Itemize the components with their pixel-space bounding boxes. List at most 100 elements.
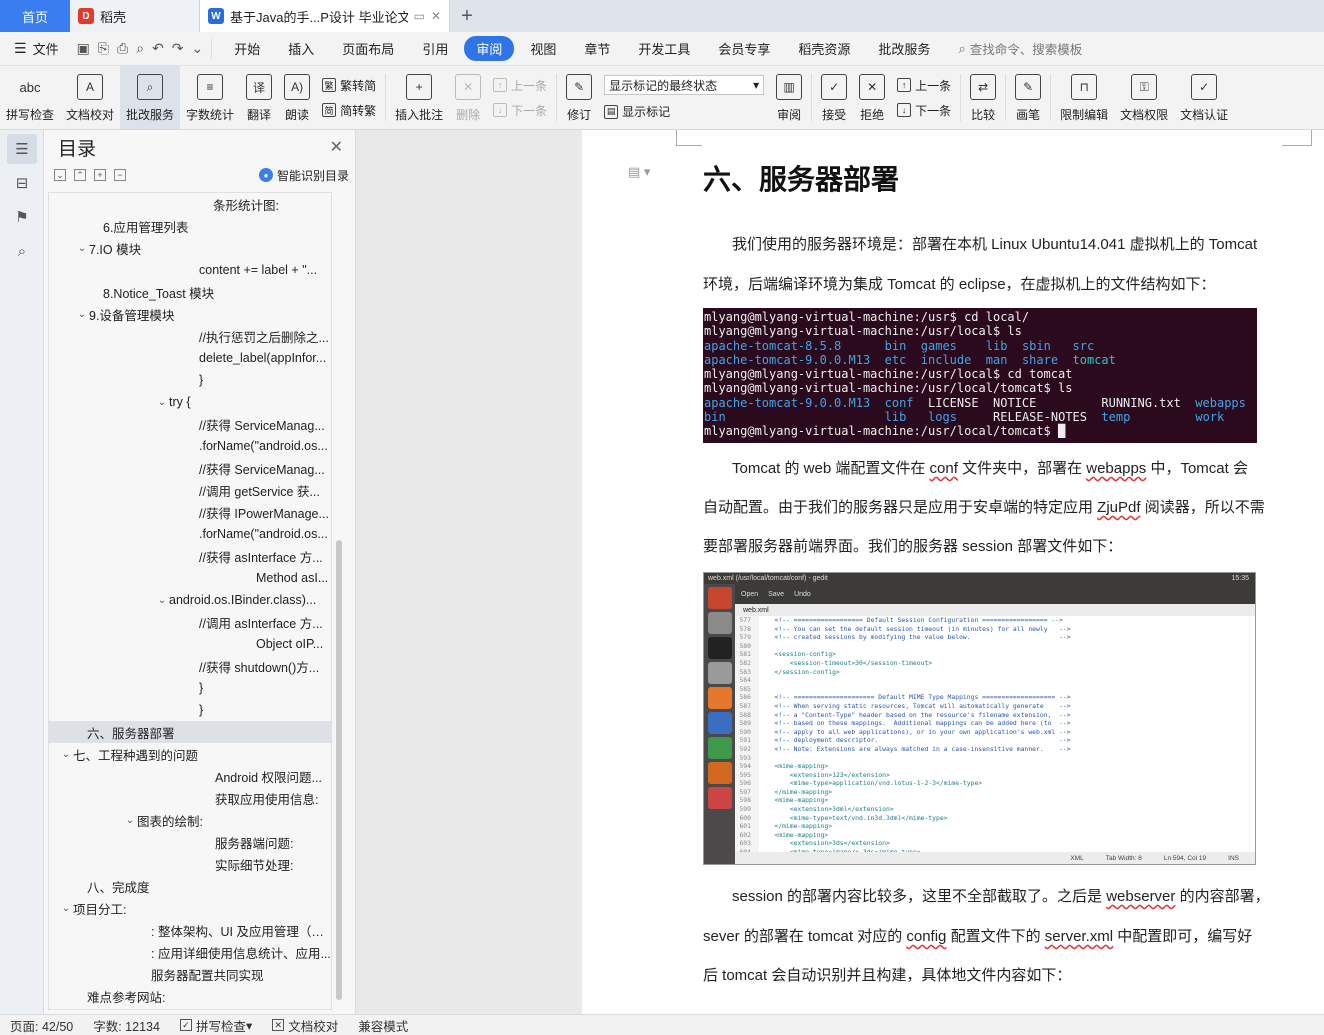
compare-button[interactable]: ⇄ 比较: [964, 66, 1002, 129]
toc-item[interactable]: }: [49, 677, 331, 699]
toc-item[interactable]: //获得 IPowerManage...: [49, 501, 331, 523]
ribbon-tab[interactable]: 批改服务: [866, 36, 942, 61]
document-page[interactable]: ▤ ▾ 六、服务器部署 我们使用的服务器环境是：部署在本机 Linux Ubun…: [582, 130, 1324, 1014]
toc-item[interactable]: Method asI...: [49, 567, 331, 589]
toc-item[interactable]: }: [49, 369, 331, 391]
reject-button[interactable]: ✕ 拒绝: [853, 66, 891, 129]
toc-item[interactable]: }: [49, 699, 331, 721]
batch-service-button[interactable]: ⌕ 批改服务: [120, 66, 181, 129]
save-icon[interactable]: ▣: [77, 40, 90, 57]
toc-item[interactable]: Object oIP...: [49, 633, 331, 655]
next-change-button[interactable]: ↓ 下一条: [897, 102, 951, 119]
find-icon[interactable]: ⌕: [7, 236, 37, 266]
insert-comment-button[interactable]: + 插入批注: [389, 66, 449, 129]
ribbon-tab[interactable]: 章节: [572, 36, 622, 61]
prev-comment-button[interactable]: ↑ 上一条: [493, 77, 547, 94]
toc-item[interactable]: //获得 asInterface 方...: [49, 545, 331, 567]
toc-item[interactable]: 实际细节处理:: [49, 853, 331, 875]
toc-item[interactable]: //调用 asInterface 方...: [49, 611, 331, 633]
simp-to-trad-button[interactable]: 简简转繁: [322, 102, 376, 119]
proof-toggle[interactable]: ✕ 文档校对: [262, 1016, 348, 1035]
chevron-down-icon[interactable]: ⌄: [75, 309, 89, 320]
tab-daoke[interactable]: D 稻壳: [70, 0, 200, 32]
toc-item[interactable]: //获得 shutdown()方...: [49, 655, 331, 677]
tab-close-icon[interactable]: ✕: [431, 9, 441, 23]
quick-access-more-icon[interactable]: ⌄: [192, 40, 204, 57]
toc-item[interactable]: ⌄ 七、工程种遇到的问题: [49, 743, 331, 765]
toc-item[interactable]: ⌄ android.os.IBinder.class)...: [49, 589, 331, 611]
toc-item[interactable]: //获得 ServiceManag...: [49, 413, 331, 435]
toc-item[interactable]: //调用 getService 获...: [49, 479, 331, 501]
file-menu[interactable]: ☰ 文件: [0, 39, 69, 58]
chevron-down-icon[interactable]: ⌄: [155, 397, 169, 408]
ribbon-tab[interactable]: 引用: [410, 36, 460, 61]
toc-item[interactable]: Android 权限问题...: [49, 765, 331, 787]
chevron-down-icon[interactable]: ⌄: [155, 595, 169, 606]
redo-icon[interactable]: ↷: [172, 40, 184, 57]
command-search[interactable]: ⌕ 查找命令、搜索模板: [958, 39, 1082, 58]
toc-item[interactable]: 难点参考网站:: [49, 985, 331, 1007]
toc-item[interactable]: ⌄ 7.IO 模块: [49, 237, 331, 259]
toc-item[interactable]: ⌄ try {: [49, 391, 331, 413]
restrict-edit-button[interactable]: ⊓ 限制编辑: [1054, 66, 1114, 129]
page-indicator[interactable]: 页面: 42/50: [0, 1016, 83, 1035]
review-pane-button[interactable]: ▥ 审阅: [770, 66, 808, 129]
doc-proof-button[interactable]: A 文档校对: [60, 66, 120, 129]
toc-item[interactable]: ⌄ 图表的绘制:: [49, 809, 331, 831]
toc-item[interactable]: 6.应用管理列表: [49, 215, 331, 237]
toc-item[interactable]: 六、服务器部署: [49, 721, 331, 743]
chevron-down-icon[interactable]: ⌄: [75, 243, 89, 254]
toc-item[interactable]: 条形统计图:: [49, 193, 331, 215]
toc-item[interactable]: 获取应用使用信息:: [49, 787, 331, 809]
next-comment-button[interactable]: ↓ 下一条: [493, 102, 547, 119]
trad-to-simp-button[interactable]: 繁繁转简: [322, 77, 376, 94]
chevron-down-icon[interactable]: ⌄: [59, 749, 73, 760]
translate-button[interactable]: 译翻译: [240, 66, 278, 129]
prev-change-button[interactable]: ↑ 上一条: [897, 77, 951, 94]
show-markup-button[interactable]: ▤ 显示标记: [604, 103, 764, 120]
revise-button[interactable]: ✎ 修订: [560, 66, 598, 129]
spellcheck-button[interactable]: abc 拼写检查: [0, 66, 60, 129]
print-preview-icon[interactable]: ⌕: [136, 40, 144, 57]
accept-button[interactable]: ✓ 接受: [815, 66, 853, 129]
ribbon-tab[interactable]: 开发工具: [626, 36, 702, 61]
ribbon-tab[interactable]: 审阅: [464, 36, 515, 61]
toc-item[interactable]: ⌄ 项目分工:: [49, 897, 331, 919]
spellcheck-toggle[interactable]: ✓ 拼写检查 ▾: [170, 1016, 262, 1035]
doc-permission-button[interactable]: ⚿ 文档权限: [1114, 66, 1174, 129]
ribbon-tab[interactable]: 插入: [276, 36, 326, 61]
toc-item[interactable]: 服务器端问题:: [49, 831, 331, 853]
pen-button[interactable]: ✎ 画笔: [1009, 66, 1047, 129]
toc-item[interactable]: .forName("android.os...: [49, 523, 331, 545]
ribbon-tab[interactable]: 视图: [518, 36, 568, 61]
export-pdf-icon[interactable]: ⎘: [98, 40, 109, 57]
toc-panel-icon[interactable]: ☰: [7, 134, 37, 164]
toc-item[interactable]: delete_label(appInfor...: [49, 347, 331, 369]
expand-all-icon[interactable]: ⌃: [74, 169, 86, 181]
toc-item[interactable]: //执行惩罚之后删除之...: [49, 325, 331, 347]
new-tab-button[interactable]: +: [450, 0, 484, 32]
chevron-down-icon[interactable]: ⌄: [59, 903, 73, 914]
add-heading-icon[interactable]: +: [94, 169, 106, 181]
toc-item[interactable]: .forName("android.os...: [49, 435, 331, 457]
toc-item[interactable]: : 整体架构、UI 及应用管理（通...: [49, 919, 331, 941]
ribbon-tab[interactable]: 开始: [222, 36, 272, 61]
ribbon-tab[interactable]: 会员专享: [706, 36, 782, 61]
toc-item[interactable]: ⌄ 9.设备管理模块: [49, 303, 331, 325]
tab-home[interactable]: 首页: [0, 0, 70, 32]
toc-item[interactable]: 8.Notice_Toast 模块: [49, 281, 331, 303]
chevron-down-icon[interactable]: ⌄: [123, 815, 137, 826]
tab-pin-icon[interactable]: ▭: [414, 9, 425, 23]
ribbon-tab[interactable]: 稻壳资源: [786, 36, 862, 61]
toc-item[interactable]: content += label + "...: [49, 259, 331, 281]
collapse-all-icon[interactable]: ⌄: [54, 169, 66, 181]
word-count-button[interactable]: ≡ 字数统计: [180, 66, 240, 129]
doc-cert-button[interactable]: ✓ 文档认证: [1174, 66, 1234, 129]
toc-item[interactable]: 服务器配置共同实现: [49, 963, 331, 985]
word-count-indicator[interactable]: 字数: 12134: [83, 1016, 170, 1035]
remove-heading-icon[interactable]: −: [114, 169, 126, 181]
toc-item[interactable]: 八、完成度: [49, 875, 331, 897]
read-aloud-button[interactable]: A) 朗读: [278, 66, 316, 129]
tab-document[interactable]: W 基于Java的手...P设计 毕业论文 ▭ ✕: [200, 0, 450, 32]
smart-toc-button[interactable]: ● 智能识别目录: [258, 167, 349, 184]
